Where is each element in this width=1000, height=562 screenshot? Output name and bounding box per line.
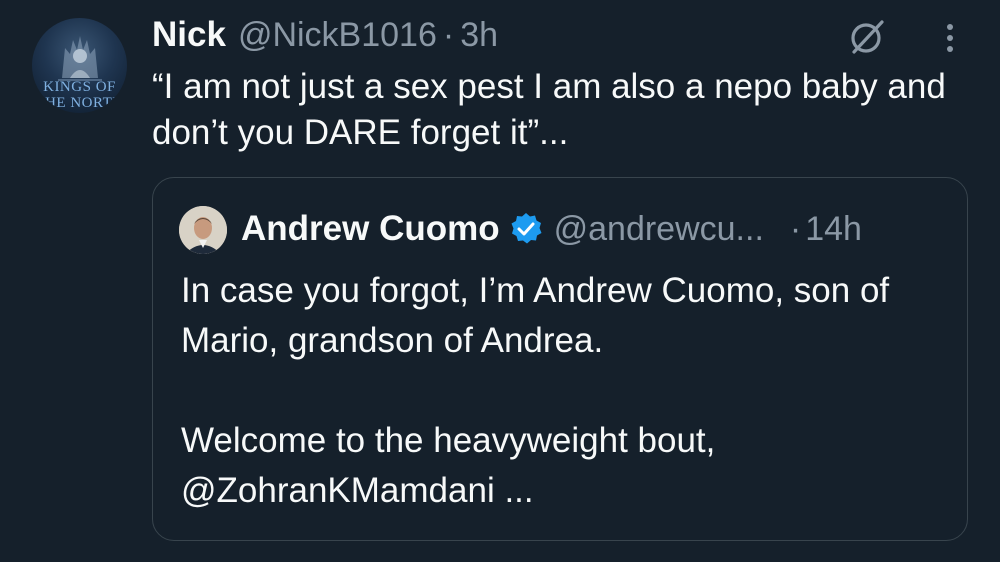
tweet-time[interactable]: 3h bbox=[460, 16, 498, 55]
quoted-header-separator: · bbox=[789, 209, 802, 248]
tweet[interactable]: KINGS OF THE NORTH Nick @NickB1016 · 3h … bbox=[0, 0, 1000, 562]
tweet-text: “I am not just a sex pest I am also a ne… bbox=[152, 67, 946, 152]
header-separator: · bbox=[442, 15, 455, 54]
author-avatar[interactable]: KINGS OF THE NORTH bbox=[32, 18, 127, 113]
quoted-author-name[interactable]: Andrew Cuomo bbox=[241, 209, 500, 249]
quoted-author-avatar[interactable] bbox=[179, 206, 227, 254]
quoted-tweet-text: In case you forgot, I’m Andrew Cuomo, so… bbox=[181, 266, 951, 516]
author-name[interactable]: Nick bbox=[152, 15, 226, 55]
quoted-avatar-portrait bbox=[179, 206, 227, 254]
tweet-header: Nick @NickB1016 · 3h bbox=[152, 12, 498, 58]
more-icon[interactable] bbox=[930, 18, 970, 58]
avatar-text-line1: KINGS OF bbox=[43, 79, 116, 95]
quoted-tweet[interactable]: Andrew Cuomo @andrewcu... · 14h In case … bbox=[152, 177, 968, 541]
author-handle[interactable]: @NickB1016 bbox=[238, 16, 437, 55]
grok-icon[interactable] bbox=[846, 16, 888, 58]
quoted-text-paragraph-2: Welcome to the heavyweight bout, @Zohran… bbox=[181, 421, 716, 510]
quoted-tweet-header: Andrew Cuomo @andrewcu... · 14h bbox=[241, 206, 862, 252]
avatar-text-line2: THE NORTH bbox=[35, 95, 124, 111]
quoted-tweet-time[interactable]: 14h bbox=[805, 210, 862, 249]
verified-badge-icon bbox=[511, 213, 542, 244]
quoted-text-paragraph-1: In case you forgot, I’m Andrew Cuomo, so… bbox=[181, 271, 890, 360]
quoted-author-handle[interactable]: @andrewcu... bbox=[554, 210, 764, 249]
